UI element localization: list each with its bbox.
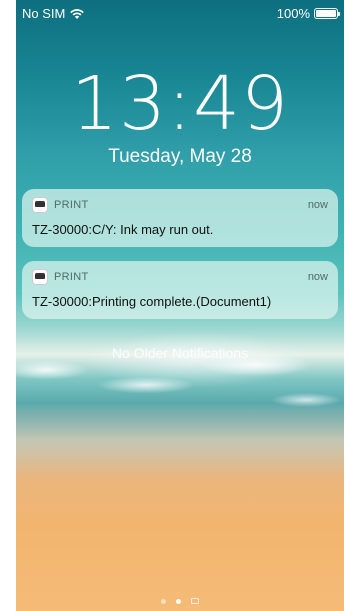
battery-percent: 100% bbox=[276, 6, 310, 21]
notification-app-name: PRINT bbox=[54, 199, 89, 211]
page-dot-active[interactable] bbox=[176, 598, 181, 604]
lock-screen: No SIM 100% 13:49 Tuesday, May 28 PRINT … bbox=[16, 0, 344, 611]
printer-app-icon bbox=[32, 197, 48, 213]
clock-time: 13:49 bbox=[70, 61, 290, 147]
carrier-label: No SIM bbox=[22, 6, 66, 21]
page-indicator[interactable] bbox=[16, 598, 344, 604]
clock-date: Tuesday, May 28 bbox=[108, 146, 252, 167]
notification-message: TZ-30000:C/Y: Ink may run out. bbox=[32, 222, 214, 237]
notification-time: now bbox=[307, 271, 328, 283]
notification-card[interactable]: PRINT now TZ-30000:Printing complete.(Do… bbox=[22, 261, 338, 319]
wallpaper-sand bbox=[16, 410, 344, 480]
notification-time: now bbox=[307, 199, 328, 211]
camera-icon[interactable] bbox=[191, 598, 199, 604]
notification-app-name: PRINT bbox=[54, 271, 89, 283]
printer-app-icon bbox=[32, 269, 48, 285]
page-dot[interactable] bbox=[161, 598, 166, 604]
notification-message: TZ-30000:Printing complete.(Document1) bbox=[32, 294, 272, 309]
wifi-icon bbox=[69, 8, 85, 20]
no-older-notifications-label: No Older Notifications bbox=[111, 345, 249, 361]
battery-icon bbox=[314, 8, 340, 19]
notification-card[interactable]: PRINT now TZ-30000:C/Y: Ink may run out. bbox=[22, 189, 338, 247]
status-bar: No SIM 100% bbox=[16, 0, 344, 26]
